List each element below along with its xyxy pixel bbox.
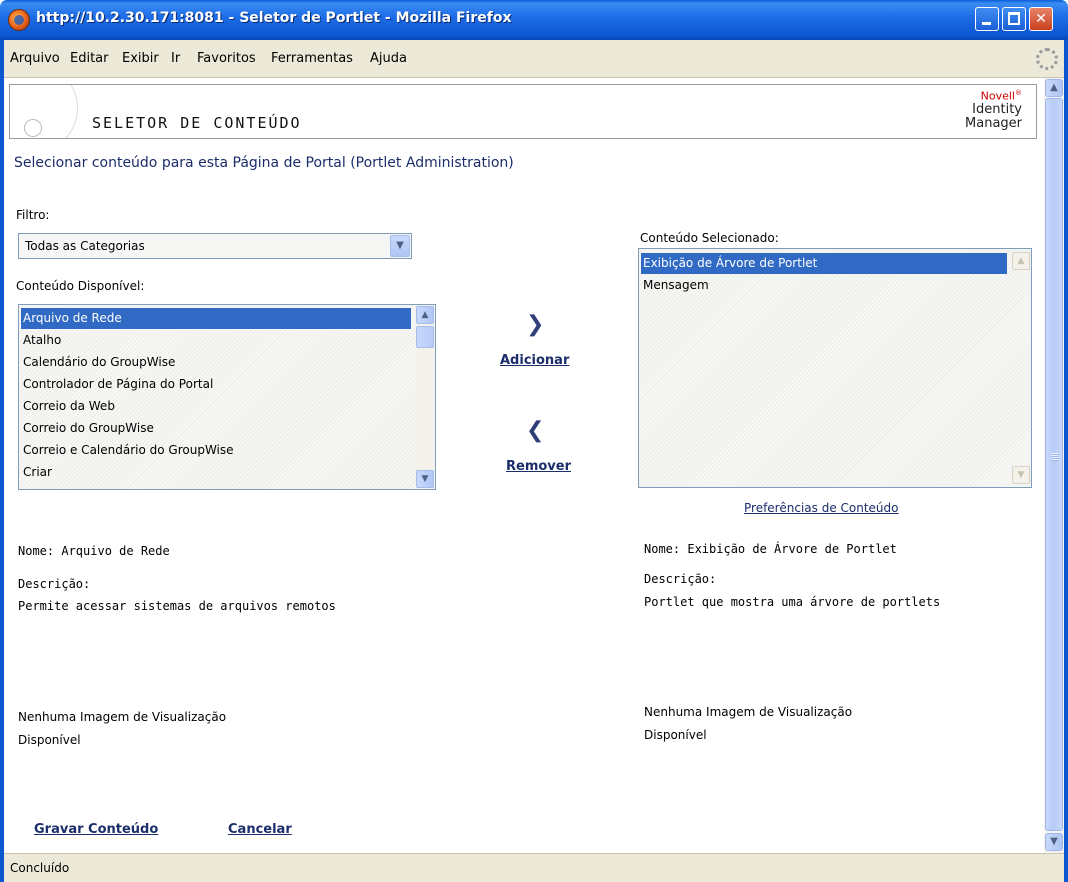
menu-bar: Arquivo Editar Exibir Ir Favoritos Ferra… [4, 40, 1064, 78]
window-title: http://10.2.30.171:8081 - Seletor de Por… [36, 10, 512, 26]
name-label: Nome: [18, 544, 55, 558]
menu-ajuda[interactable]: Ajuda [370, 51, 407, 66]
selected-name-row: Nome: Exibição de Árvore de Portlet [644, 542, 897, 556]
name-label: Nome: [644, 542, 681, 556]
menu-editar[interactable]: Editar [70, 51, 109, 66]
window-titlebar[interactable]: http://10.2.30.171:8081 - Seletor de Por… [0, 0, 1068, 40]
scroll-up-icon[interactable]: ▲ [1045, 79, 1063, 97]
chevron-down-icon[interactable]: ▼ [390, 235, 410, 257]
close-button[interactable]: ✕ [1029, 7, 1053, 31]
list-item[interactable]: Correio e Calendário do GroupWise [21, 440, 411, 461]
name-value: Arquivo de Rede [61, 544, 170, 558]
description-label: Descrição: [18, 577, 91, 591]
list-item[interactable]: Arquivo de Rede [21, 308, 411, 329]
available-content-list[interactable]: Arquivo de Rede Atalho Calendário do Gro… [18, 304, 436, 490]
list-item[interactable]: Exibição de Árvore de Portlet [641, 253, 1007, 274]
window-frame-right [1064, 40, 1068, 882]
available-list-scrollbar[interactable]: ▲ ▼ [416, 306, 434, 488]
description-label: Descrição: [644, 572, 717, 586]
name-value: Exibição de Árvore de Portlet [687, 542, 897, 556]
add-button[interactable]: Adicionar [500, 353, 569, 368]
category-filter-select[interactable]: Todas as Categorias ▼ [18, 233, 412, 259]
remove-arrow-icon[interactable]: ❮ [526, 418, 544, 443]
product-line1: Identity [972, 101, 1022, 117]
filter-selected-value: Todas as Categorias [25, 239, 145, 253]
selected-content-list[interactable]: Exibição de Árvore de Portlet Mensagem ▲… [638, 248, 1032, 488]
preview-unavailable-text-2: Disponível [18, 733, 81, 747]
brand-name: Novell [980, 89, 1015, 103]
gear-decoration-icon [10, 85, 78, 138]
list-item[interactable]: Atalho [21, 330, 411, 351]
preview-unavailable-text: Nenhuma Imagem de Visualização [644, 705, 853, 719]
page-viewport: SELETOR DE CONTEÚDO Novell® Identity Man… [4, 78, 1044, 853]
list-item[interactable]: Calendário do GroupWise [21, 352, 411, 373]
available-name-row: Nome: Arquivo de Rede [18, 544, 170, 558]
list-item[interactable]: Criar [21, 462, 411, 483]
list-item[interactable]: Correio do GroupWise [21, 418, 411, 439]
list-item[interactable]: Correio da Web [21, 396, 411, 417]
firefox-icon [8, 9, 30, 31]
minimize-button[interactable] [975, 7, 999, 31]
throbber-icon [1036, 48, 1058, 70]
maximize-icon [1008, 12, 1020, 25]
scroll-up-icon[interactable]: ▲ [416, 306, 434, 324]
product-line2: Manager [965, 115, 1022, 131]
menu-ir[interactable]: Ir [171, 51, 180, 66]
scroll-down-icon[interactable]: ▼ [1045, 833, 1063, 851]
banner-title: SELETOR DE CONTEÚDO [92, 114, 302, 132]
selected-list-scrollbar[interactable]: ▲ ▼ [1012, 250, 1030, 486]
scroll-down-icon[interactable]: ▼ [416, 470, 434, 488]
page-title: Selecionar conteúdo para esta Página de … [14, 155, 514, 171]
add-arrow-icon[interactable]: ❯ [526, 312, 544, 337]
maximize-button[interactable] [1002, 7, 1026, 31]
filter-label: Filtro: [16, 208, 50, 222]
status-text: Concluído [10, 861, 70, 875]
available-content-label: Conteúdo Disponível: [16, 279, 145, 293]
novell-logo: Novell® Identity Manager [965, 89, 1022, 131]
remove-button[interactable]: Remover [506, 459, 571, 474]
close-icon: ✕ [1035, 11, 1047, 27]
content-preferences-link[interactable]: Preferências de Conteúdo [744, 501, 899, 515]
selected-content-label: Conteúdo Selecionado: [640, 231, 779, 245]
list-item[interactable]: Mensagem [641, 275, 1007, 296]
page-scrollbar[interactable]: ▲ ▼ [1044, 78, 1064, 853]
scroll-thumb[interactable] [1045, 98, 1063, 831]
scroll-up-icon[interactable]: ▲ [1012, 252, 1030, 270]
menu-arquivo[interactable]: Arquivo [10, 51, 60, 66]
menu-favoritos[interactable]: Favoritos [197, 51, 256, 66]
cancel-button[interactable]: Cancelar [228, 822, 292, 837]
scroll-down-icon[interactable]: ▼ [1012, 466, 1030, 484]
preview-unavailable-text-2: Disponível [644, 728, 707, 742]
menu-ferramentas[interactable]: Ferramentas [271, 51, 353, 66]
scroll-thumb[interactable] [416, 326, 434, 348]
minimize-icon [982, 22, 991, 25]
preview-unavailable-text: Nenhuma Imagem de Visualização [18, 710, 227, 724]
list-item[interactable]: Controlador de Página do Portal [21, 374, 411, 395]
description-value: Portlet que mostra uma árvore de portlet… [644, 595, 941, 609]
status-bar: Concluído [4, 853, 1064, 882]
save-content-button[interactable]: Gravar Conteúdo [34, 822, 158, 837]
description-value: Permite acessar sistemas de arquivos rem… [18, 599, 336, 613]
circle-decoration-icon [24, 119, 42, 137]
header-banner: SELETOR DE CONTEÚDO Novell® Identity Man… [9, 84, 1037, 139]
grip-icon [1051, 453, 1058, 461]
menu-exibir[interactable]: Exibir [122, 51, 159, 66]
